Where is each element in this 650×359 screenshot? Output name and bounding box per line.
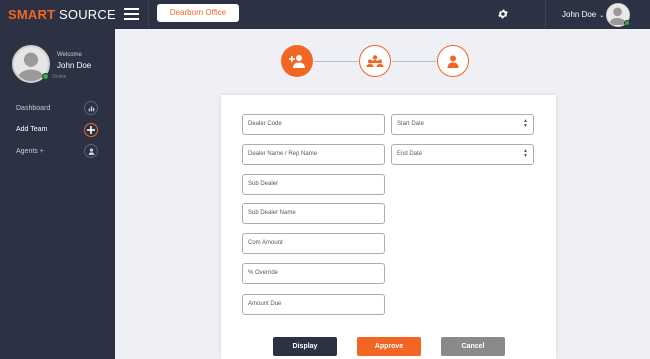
user-icon — [447, 55, 459, 68]
sub-dealer-placeholder: Sub Dealer — [248, 181, 279, 187]
dealer-name-placeholder: Dealer Name / Rep Name — [248, 151, 318, 157]
com-amount-placeholder: Com Amount — [248, 240, 283, 246]
chevron-down-icon: ⌄ — [599, 13, 605, 19]
step-3-user[interactable] — [437, 45, 469, 77]
sidebar-item-dashboard[interactable]: Dashboard — [16, 105, 50, 112]
divider — [545, 0, 546, 29]
start-date-field[interactable]: Start Date ▲ ▼ — [391, 114, 534, 135]
sidebar: Welcome John Doe Online Dashboard Add Te… — [0, 29, 115, 359]
sub-dealer-name-field[interactable]: Sub Dealer Name — [242, 203, 385, 224]
stepper-connector — [314, 61, 358, 62]
divider — [148, 0, 149, 29]
override-field[interactable]: % Override — [242, 263, 385, 284]
amount-due-field[interactable]: Amount Due — [242, 294, 385, 315]
step-1-add-user[interactable] — [281, 45, 313, 77]
date-stepper-icon[interactable]: ▲ ▼ — [523, 149, 528, 159]
sidebar-item-agents[interactable]: Agents + — [16, 148, 44, 155]
user-menu-name: John Doe — [562, 10, 597, 19]
settings-gear-icon[interactable] — [497, 8, 509, 20]
online-status-label: Online — [52, 74, 67, 80]
amount-due-placeholder: Amount Due — [248, 301, 282, 307]
override-placeholder: % Override — [248, 270, 279, 276]
sidebar-item-add-team[interactable]: Add Team — [16, 126, 47, 133]
sidebar-user-name: John Doe — [57, 61, 92, 70]
date-stepper-icon[interactable]: ▲ ▼ — [523, 119, 528, 129]
cancel-button[interactable]: Cancel — [441, 337, 505, 356]
chart-icon[interactable] — [84, 101, 98, 115]
step-2-team[interactable] — [359, 45, 391, 77]
office-button[interactable]: Dearborn Office — [157, 4, 239, 22]
dealer-code-field[interactable]: Dealer Code — [242, 114, 385, 135]
logo-part-source: SOURCE — [59, 7, 116, 22]
dealer-name-field[interactable]: Dealer Name / Rep Name — [242, 144, 385, 165]
approve-button[interactable]: Approve — [357, 337, 421, 356]
com-amount-field[interactable]: Com Amount — [242, 233, 385, 254]
online-status-dot — [624, 20, 630, 26]
user-menu[interactable]: John Doe ⌄ — [562, 10, 604, 19]
stepper-connector — [392, 61, 436, 62]
logo[interactable]: SMART SOURCE — [8, 7, 116, 22]
end-date-placeholder: End Date — [397, 151, 423, 157]
add-user-icon — [289, 55, 305, 68]
online-status-dot — [42, 73, 49, 80]
user-icon[interactable] — [84, 144, 98, 158]
end-date-field[interactable]: End Date ▲ ▼ — [391, 144, 534, 165]
start-date-placeholder: Start Date — [397, 121, 425, 127]
logo-part-smart: SMART — [8, 7, 56, 22]
menu-toggle-icon[interactable] — [124, 8, 139, 20]
sub-dealer-field[interactable]: Sub Dealer — [242, 174, 385, 195]
top-bar: SMART SOURCE Dearborn Office John Doe ⌄ — [0, 0, 650, 29]
plus-icon[interactable] — [84, 123, 98, 137]
dealer-code-placeholder: Dealer Code — [248, 121, 282, 127]
welcome-label: Welcome — [57, 52, 82, 58]
display-button[interactable]: Display — [273, 337, 337, 356]
team-icon — [366, 55, 384, 67]
sub-dealer-name-placeholder: Sub Dealer Name — [248, 210, 296, 216]
